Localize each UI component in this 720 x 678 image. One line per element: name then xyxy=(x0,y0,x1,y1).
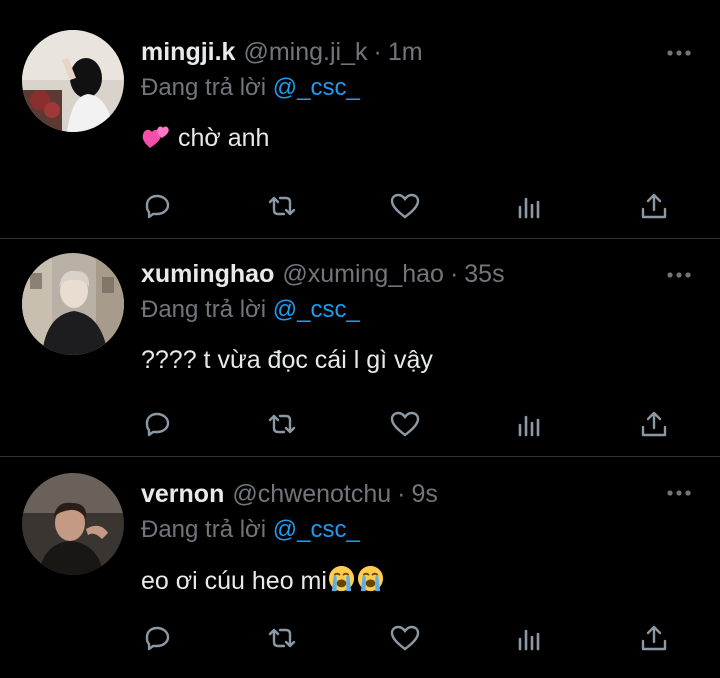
replying-to-label: Đang trả lời xyxy=(141,74,267,101)
heart-icon xyxy=(390,411,420,437)
retweet-icon xyxy=(268,414,296,434)
author-name[interactable]: mingji.k xyxy=(141,38,235,67)
replying-to-label: Đang trả lời xyxy=(141,296,267,323)
tweet-text: eo ơi cúu heo mi xyxy=(141,564,385,596)
views-button[interactable] xyxy=(514,408,546,440)
action-bar xyxy=(141,408,671,444)
tweet-body: chờ anh xyxy=(177,124,270,152)
reply-icon xyxy=(145,194,170,219)
retweet-icon xyxy=(268,196,296,216)
separator-dot: · xyxy=(397,480,406,508)
avatar-image-mingji xyxy=(22,30,124,132)
action-bar xyxy=(141,622,671,658)
heart-icon xyxy=(390,193,420,219)
tweet-body: eo ơi cúu heo mi xyxy=(141,567,327,595)
loudly-crying-face-emoji xyxy=(357,565,384,592)
loudly-crying-face-emoji xyxy=(328,565,355,592)
more-options-icon[interactable] xyxy=(666,48,692,58)
replying-to: Đang trả lời @_csc_ xyxy=(141,296,360,324)
author-name[interactable]: xuminghao xyxy=(141,260,274,289)
reply-button[interactable] xyxy=(141,622,173,654)
reply-button[interactable] xyxy=(141,408,173,440)
separator-dot: · xyxy=(449,260,459,288)
author-name[interactable]: vernon xyxy=(141,480,224,509)
share-button[interactable] xyxy=(638,408,670,440)
timestamp[interactable]: 35s xyxy=(464,260,504,289)
action-bar xyxy=(141,190,671,226)
separator-dot: · xyxy=(373,38,382,66)
reply-icon xyxy=(145,626,170,651)
replying-to: Đang trả lời @_csc_ xyxy=(141,74,360,102)
share-button[interactable] xyxy=(638,622,670,654)
share-icon xyxy=(641,411,667,437)
replying-to: Đang trả lời @_csc_ xyxy=(141,516,360,544)
share-icon xyxy=(641,193,667,219)
analytics-icon xyxy=(518,415,540,437)
reply-icon xyxy=(145,412,170,437)
mention-link[interactable]: @_csc_ xyxy=(273,296,360,323)
like-button[interactable] xyxy=(389,408,421,440)
views-button[interactable] xyxy=(514,622,546,654)
more-options-icon[interactable] xyxy=(666,270,692,280)
two-hearts-emoji xyxy=(142,126,169,148)
timestamp[interactable]: 9s xyxy=(412,480,438,509)
heart-icon xyxy=(390,625,420,651)
analytics-icon xyxy=(518,629,540,651)
retweet-button[interactable] xyxy=(266,622,298,654)
tweet-text: chờ anh xyxy=(141,122,269,153)
author-handle[interactable]: @ming.ji_k xyxy=(243,38,367,67)
analytics-icon xyxy=(518,197,540,219)
like-button[interactable] xyxy=(389,622,421,654)
divider xyxy=(0,238,720,239)
divider xyxy=(0,456,720,457)
tweet-text: ???? t vừa đọc cái l gì vậy xyxy=(141,346,433,375)
avatar[interactable] xyxy=(22,473,124,575)
author-handle[interactable]: @chwenotchu xyxy=(232,480,391,509)
mention-link[interactable]: @_csc_ xyxy=(273,74,360,101)
share-button[interactable] xyxy=(638,190,670,222)
more-options-icon[interactable] xyxy=(666,488,692,498)
mention-link[interactable]: @_csc_ xyxy=(273,516,360,543)
avatar[interactable] xyxy=(22,30,124,132)
like-button[interactable] xyxy=(389,190,421,222)
timestamp[interactable]: 1m xyxy=(388,38,423,67)
share-icon xyxy=(641,625,667,651)
tweet-body: ???? t vừa đọc cái l gì vậy xyxy=(141,346,433,374)
reply-button[interactable] xyxy=(141,190,173,222)
retweet-button[interactable] xyxy=(266,190,298,222)
avatar[interactable] xyxy=(22,253,124,355)
replying-to-label: Đang trả lời xyxy=(141,516,267,543)
author-handle[interactable]: @xuming_hao xyxy=(282,260,444,289)
retweet-button[interactable] xyxy=(266,408,298,440)
views-button[interactable] xyxy=(514,190,546,222)
avatar-image-xuminghao xyxy=(22,253,124,355)
avatar-image-vernon xyxy=(22,473,124,575)
retweet-icon xyxy=(268,628,296,648)
